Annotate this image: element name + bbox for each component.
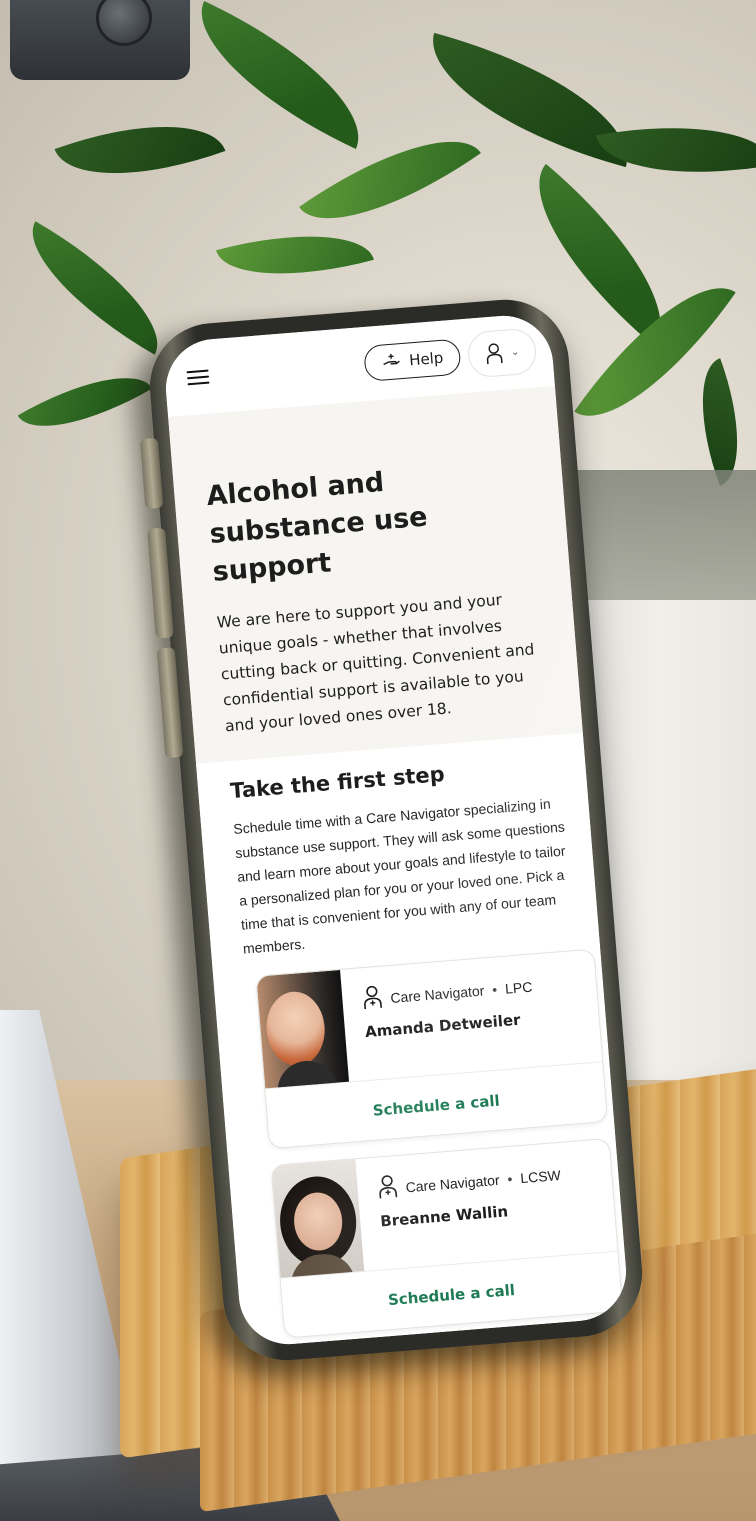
- provider-name: Amanda Detweiler: [364, 1010, 522, 1042]
- help-button[interactable]: Help: [362, 338, 462, 382]
- smartphone: Help ⌄ Alcohol and substance use support…: [139, 294, 648, 1366]
- phone-screen: Help ⌄ Alcohol and substance use support…: [162, 312, 630, 1348]
- provider-credential: LPC: [504, 978, 533, 997]
- chevron-down-icon: ⌄: [510, 346, 520, 358]
- help-button-label: Help: [408, 348, 444, 370]
- provider-photo: [271, 1159, 365, 1278]
- provider-photo: [256, 969, 350, 1089]
- profile-menu-button[interactable]: ⌄: [466, 327, 538, 379]
- person-icon: [484, 342, 504, 365]
- provider-role: Care Navigator: [389, 981, 485, 1006]
- microphone-knob: [96, 0, 152, 46]
- microphone-device: [10, 0, 190, 80]
- hero-description: We are here to support you and your uniq…: [216, 590, 536, 736]
- separator-dot: •: [506, 1170, 514, 1187]
- provider-role: Care Navigator: [405, 1171, 501, 1195]
- hamburger-menu-icon[interactable]: [186, 369, 210, 386]
- provider-card: Care Navigator • LCSW Breanne Wallin Sch…: [270, 1137, 624, 1339]
- hand-heart-icon: [380, 351, 402, 373]
- provider-credential: LCSW: [519, 1166, 562, 1186]
- separator-dot: •: [491, 980, 498, 998]
- care-navigator-icon: [377, 1174, 399, 1203]
- section-description: Schedule time with a Care Navigator spec…: [232, 795, 567, 957]
- care-navigator-icon: [361, 985, 383, 1014]
- page-title: Alcohol and substance use support: [205, 466, 429, 588]
- hero-section: Alcohol and substance use support We are…: [168, 385, 583, 764]
- first-step-section: Take the first step Schedule time with a…: [196, 732, 630, 1348]
- provider-card: Care Navigator • LPC Amanda Detweiler Sc…: [255, 948, 609, 1150]
- provider-name: Breanne Wallin: [379, 1202, 509, 1231]
